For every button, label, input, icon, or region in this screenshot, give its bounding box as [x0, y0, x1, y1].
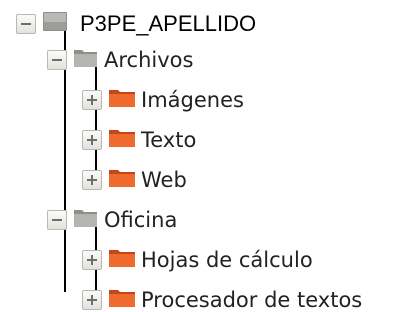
folder-gray-icon: [73, 47, 99, 73]
collapse-toggle-icon[interactable]: [47, 50, 67, 70]
expand-toggle-icon[interactable]: [82, 90, 102, 110]
folder-gray-icon: [73, 207, 99, 233]
folder-orange-icon: [108, 87, 136, 113]
folder-orange-icon: [108, 167, 136, 193]
tree-node-archivos[interactable]: Archivos: [47, 42, 193, 78]
folder-orange-icon: [108, 287, 136, 312]
collapse-toggle-icon[interactable]: [16, 14, 36, 34]
tree-node-label: Web: [141, 168, 187, 192]
folder-tree: P3PE_APELLIDO Archivos Imágenes Texto We…: [0, 0, 408, 312]
tree-node-hojas-de-calculo[interactable]: Hojas de cálculo: [82, 242, 313, 278]
tree-node-label: Texto: [141, 128, 197, 152]
tree-node-oficina[interactable]: Oficina: [47, 202, 177, 238]
tree-node-root[interactable]: P3PE_APELLIDO: [16, 6, 256, 42]
expand-toggle-icon[interactable]: [82, 250, 102, 270]
tree-node-label: Archivos: [104, 48, 194, 72]
tree-node-label: Oficina: [104, 208, 178, 232]
tree-node-label: Procesador de textos: [141, 288, 363, 312]
tree-node-label: P3PE_APELLIDO: [80, 11, 257, 36]
folder-orange-icon: [108, 247, 136, 273]
folder-orange-icon: [108, 127, 136, 153]
drive-icon: [42, 10, 68, 38]
tree-node-texto[interactable]: Texto: [82, 122, 196, 158]
expand-toggle-icon[interactable]: [82, 290, 102, 310]
tree-node-web[interactable]: Web: [82, 162, 187, 198]
tree-node-label: Imágenes: [141, 88, 244, 112]
tree-node-imagenes[interactable]: Imágenes: [82, 82, 244, 118]
tree-node-label: Hojas de cálculo: [141, 248, 313, 272]
collapse-toggle-icon[interactable]: [47, 210, 67, 230]
expand-toggle-icon[interactable]: [82, 170, 102, 190]
expand-toggle-icon[interactable]: [82, 130, 102, 150]
tree-node-procesador-de-textos[interactable]: Procesador de textos: [82, 282, 362, 312]
